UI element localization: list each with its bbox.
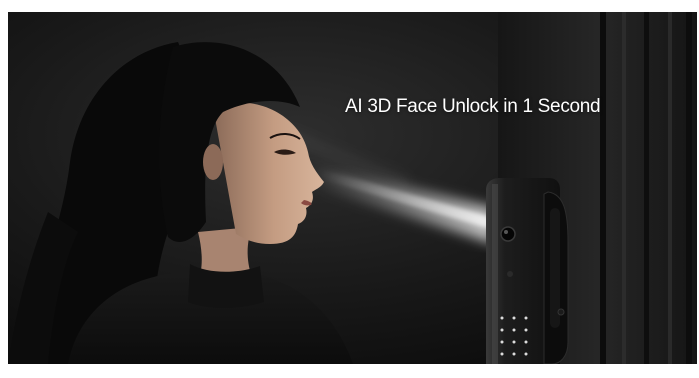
smart-lock: [486, 178, 569, 364]
face-unlock-scene: [8, 12, 697, 364]
hero-image: AI 3D Face Unlock in 1 Second: [8, 12, 697, 364]
promo-caption: AI 3D Face Unlock in 1 Second: [345, 96, 601, 117]
